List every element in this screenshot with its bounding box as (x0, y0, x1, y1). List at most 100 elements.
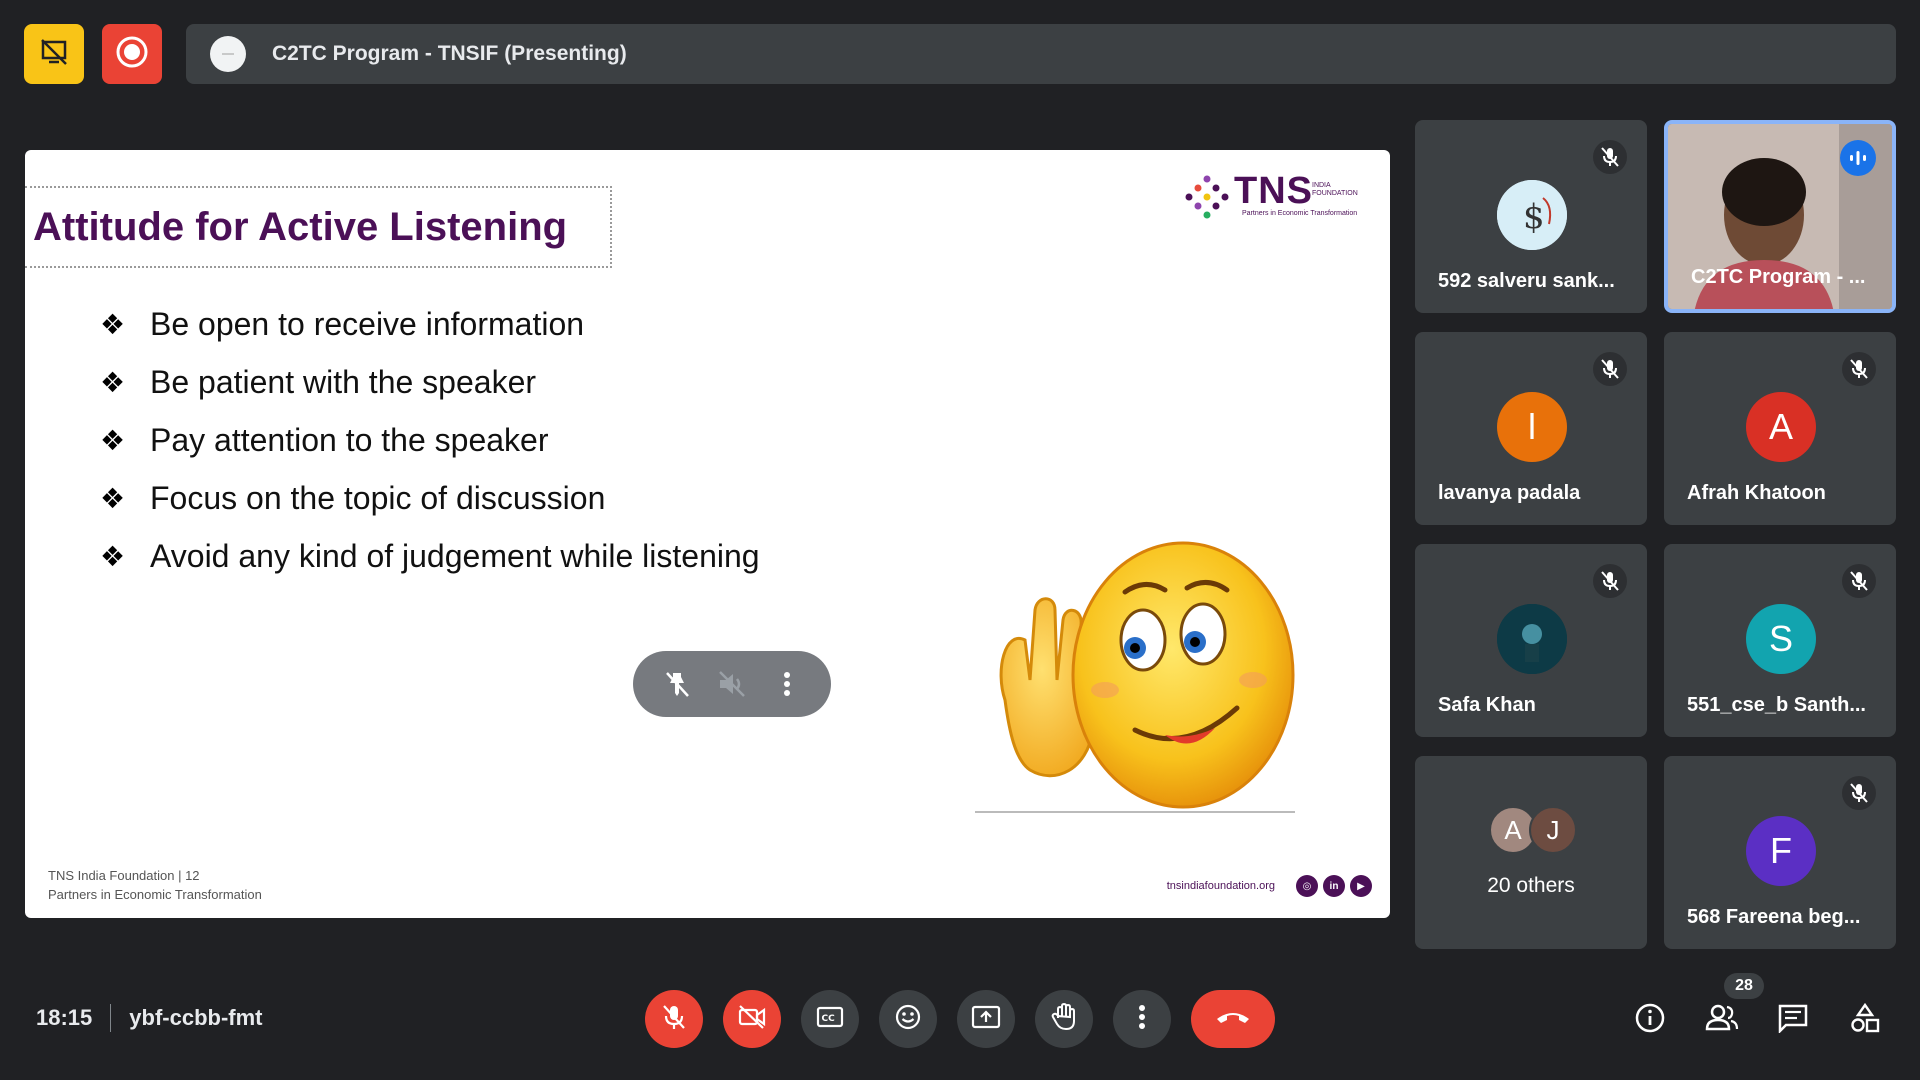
svg-text:CC: CC (822, 1014, 836, 1024)
tns-logo-dots-icon (1185, 175, 1229, 219)
bullet-diamond-icon: ❖ (100, 366, 126, 398)
slide-footer-page: TNS India Foundation | 12 (48, 868, 200, 883)
slide-footer: TNS India Foundation | 12 Partners in Ec… (48, 866, 262, 904)
participant-tile[interactable]: l lavanya padala (1415, 332, 1647, 525)
tns-logo-tagline: Partners in Economic Transformation (1242, 210, 1358, 217)
bullet-text: Avoid any kind of judgement while listen… (150, 537, 760, 574)
videocam-off-icon (737, 1004, 767, 1035)
more-options-button[interactable] (1113, 990, 1171, 1048)
participant-name: Safa Khan (1438, 694, 1536, 716)
bullet-item: ❖ Pay attention to the speaker (100, 411, 760, 469)
participant-tile-active[interactable]: C2TC Program - ... (1664, 120, 1896, 313)
waving-emoji-illustration (975, 541, 1295, 813)
slide-title-box: Attitude for Active Listening (25, 186, 612, 268)
participant-tile[interactable]: Safa Khan (1415, 544, 1647, 737)
raise-hand-icon (1050, 1002, 1078, 1037)
mic-off-icon (661, 1003, 687, 1036)
activities-button[interactable] (1843, 998, 1887, 1042)
participant-tile[interactable]: A Afrah Khatoon (1664, 332, 1896, 525)
mic-off-icon (1593, 564, 1627, 598)
others-count-label: 20 others (1487, 874, 1575, 897)
avatar: l (1497, 392, 1567, 462)
activities-icon (1849, 1002, 1881, 1039)
volume-off-icon[interactable] (712, 664, 752, 704)
emoji-icon (894, 1003, 922, 1036)
tns-logo-subtitle: INDIA FOUNDATION (1312, 182, 1358, 197)
mic-off-icon (1842, 564, 1876, 598)
bullet-diamond-icon: ❖ (100, 424, 126, 456)
closed-captions-icon: CC (816, 1005, 844, 1034)
leave-call-button[interactable] (1191, 990, 1275, 1048)
instagram-icon: ◎ (1296, 875, 1318, 897)
mic-off-icon (1842, 352, 1876, 386)
presentation-layout-button[interactable] (24, 24, 84, 84)
bullet-item: ❖ Be patient with the speaker (100, 353, 760, 411)
avatar: $ (1497, 180, 1567, 250)
youtube-icon: ▶ (1350, 875, 1372, 897)
meeting-title-bar: C2TC Program - TNSIF (Presenting) (186, 24, 1896, 84)
mic-off-icon (1842, 776, 1876, 810)
mic-off-icon (1593, 140, 1627, 174)
bullet-list: ❖ Be open to receive information ❖ Be pa… (100, 295, 760, 585)
recording-icon (115, 35, 149, 74)
meeting-info: 18:15 ybf-ccbb-fmt (36, 1004, 263, 1032)
present-to-all-icon (971, 1004, 1001, 1035)
bullet-diamond-icon: ❖ (100, 482, 126, 514)
bullet-text: Pay attention to the speaker (150, 421, 549, 458)
present-screen-button[interactable] (957, 990, 1015, 1048)
presentation-overlay-controls (633, 651, 831, 717)
slide-footer-links: tnsindiafoundation.org ◎ in ▶ (1167, 875, 1372, 897)
bullet-item: ❖ Avoid any kind of judgement while list… (100, 527, 760, 585)
avatar-photo (1497, 604, 1567, 674)
meeting-details-button[interactable] (1628, 998, 1672, 1042)
participant-name: 592 salveru sank... (1438, 270, 1615, 292)
participant-name: C2TC Program - ... (1691, 266, 1866, 288)
no-presentation-icon (38, 36, 70, 73)
chat-icon (1777, 1003, 1809, 1038)
bullet-diamond-icon: ❖ (100, 308, 126, 340)
participant-name: 568 Fareena beg... (1687, 906, 1861, 928)
divider (110, 1004, 112, 1032)
avatar: F (1746, 816, 1816, 886)
info-icon (1634, 1002, 1666, 1039)
people-button[interactable] (1700, 998, 1744, 1042)
bullet-text: Be open to receive information (150, 305, 585, 342)
bullet-text: Focus on the topic of discussion (150, 479, 606, 516)
microphone-toggle-button[interactable] (645, 990, 703, 1048)
participant-name: Afrah Khatoon (1687, 482, 1826, 504)
camera-toggle-button[interactable] (723, 990, 781, 1048)
linkedin-icon: in (1323, 875, 1345, 897)
participant-name: 551_cse_b Santh... (1687, 694, 1866, 716)
raise-hand-button[interactable] (1035, 990, 1093, 1048)
avatar: J (1529, 806, 1577, 854)
participant-tile[interactable]: S 551_cse_b Santh... (1664, 544, 1896, 737)
svg-text:$: $ (1523, 197, 1545, 237)
meeting-code[interactable]: ybf-ccbb-fmt (129, 1005, 262, 1031)
recording-button[interactable] (102, 24, 162, 84)
slide-title: Attitude for Active Listening (33, 204, 568, 249)
others-tile[interactable]: A J 20 others (1415, 756, 1647, 949)
people-count-badge: 28 (1724, 973, 1764, 999)
slide-footer-tagline: Partners in Economic Transformation (48, 887, 262, 902)
people-icon (1704, 1003, 1740, 1038)
more-vert-icon[interactable] (767, 664, 807, 704)
call-end-icon (1215, 1009, 1251, 1030)
bullet-item: ❖ Be open to receive information (100, 295, 760, 353)
bullet-text: Be patient with the speaker (150, 363, 537, 400)
participant-tile[interactable]: F 568 Fareena beg... (1664, 756, 1896, 949)
tns-logo: TNS INDIA FOUNDATION Partners in Economi… (1184, 170, 1380, 222)
participant-tile[interactable]: $ 592 salveru sank... (1415, 120, 1647, 313)
avatar: S (1746, 604, 1816, 674)
tns-logo-word: TNS (1234, 170, 1313, 212)
presentation-slide: Attitude for Active Listening TNS INDIA … (25, 150, 1390, 918)
captions-button[interactable]: CC (801, 990, 859, 1048)
reactions-button[interactable] (879, 990, 937, 1048)
unpin-icon[interactable] (657, 664, 697, 704)
clock: 18:15 (36, 1005, 93, 1030)
bullet-diamond-icon: ❖ (100, 540, 126, 572)
speaking-indicator-icon (1840, 140, 1876, 176)
footer-url: tnsindiafoundation.org (1166, 880, 1275, 892)
chat-button[interactable] (1771, 998, 1815, 1042)
bullet-item: ❖ Focus on the topic of discussion (100, 469, 760, 527)
mic-off-icon (1593, 352, 1627, 386)
